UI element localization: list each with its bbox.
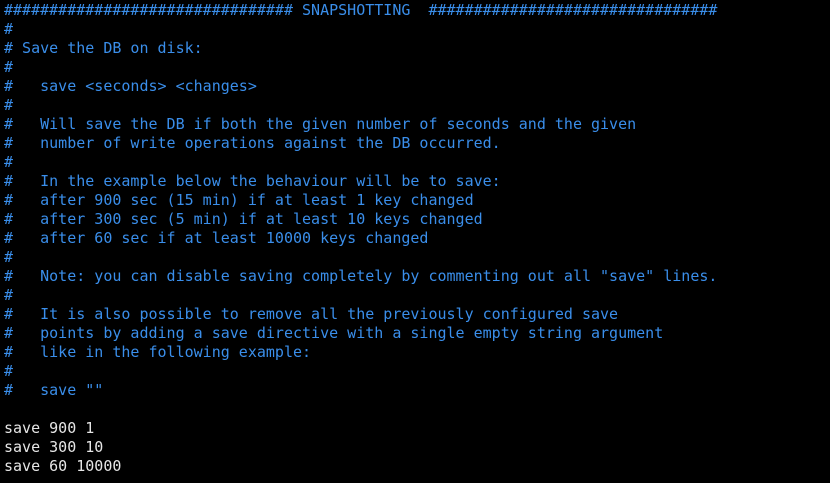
- config-line-0: ################################ SNAPSHO…: [4, 1, 718, 19]
- config-line-17: # points by adding a save directive with…: [4, 324, 664, 342]
- config-line-3: #: [4, 58, 14, 76]
- config-line-15: #: [4, 286, 14, 304]
- config-line-5: #: [4, 96, 14, 114]
- config-line-23: save 300 10: [4, 438, 104, 456]
- terminal-window[interactable]: ################################ SNAPSHO…: [0, 0, 830, 483]
- config-line-16: # It is also possible to remove all the …: [4, 305, 619, 323]
- config-line-1: #: [4, 20, 14, 38]
- config-line-8: #: [4, 153, 14, 171]
- config-line-7: # number of write operations against the…: [4, 134, 501, 152]
- config-line-6: # Will save the DB if both the given num…: [4, 115, 637, 133]
- config-line-20: # save "": [4, 381, 104, 399]
- config-line-13: #: [4, 248, 14, 266]
- config-line-9: # In the example below the behaviour wil…: [4, 172, 501, 190]
- config-line-12: # after 60 sec if at least 10000 keys ch…: [4, 229, 429, 247]
- config-line-21: [4, 400, 830, 419]
- config-line-11: # after 300 sec (5 min) if at least 10 k…: [4, 210, 483, 228]
- config-line-19: #: [4, 362, 14, 380]
- config-line-4: # save <seconds> <changes>: [4, 77, 257, 95]
- config-line-2: # Save the DB on disk:: [4, 39, 203, 57]
- config-line-22: save 900 1: [4, 419, 95, 437]
- config-line-10: # after 900 sec (15 min) if at least 1 k…: [4, 191, 474, 209]
- config-line-24: save 60 10000: [4, 457, 122, 475]
- config-line-18: # like in the following example:: [4, 343, 312, 361]
- config-line-14: # Note: you can disable saving completel…: [4, 267, 718, 285]
